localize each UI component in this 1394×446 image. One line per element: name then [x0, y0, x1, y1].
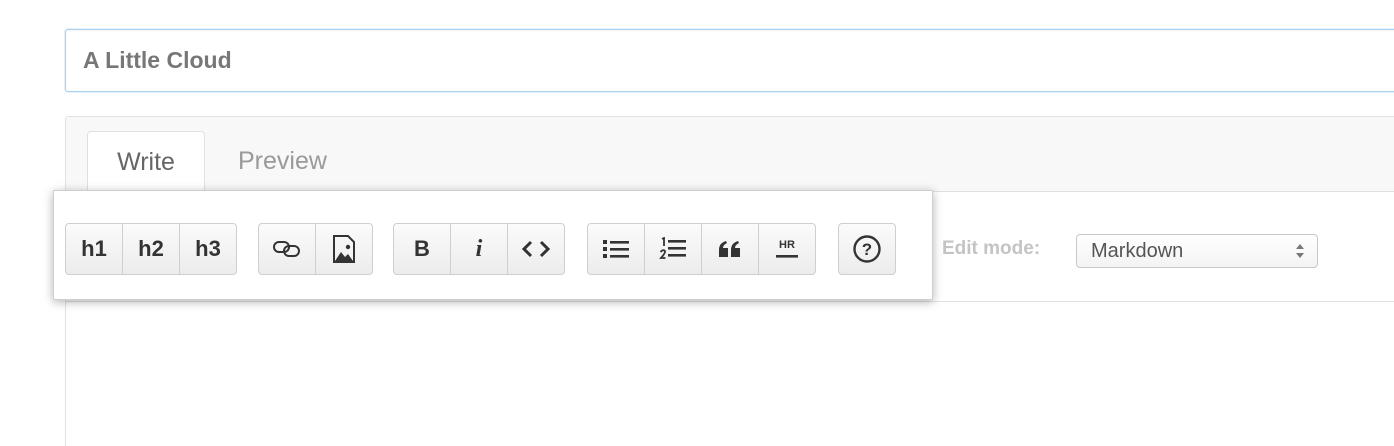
- help-icon: ?: [853, 235, 881, 263]
- insert-button-group: [258, 223, 373, 275]
- block-button-group: HR: [587, 223, 816, 275]
- bullet-list-button[interactable]: [587, 223, 645, 275]
- h2-button[interactable]: h2: [122, 223, 180, 275]
- select-arrows-icon: [1296, 244, 1304, 258]
- editor-tabs-bar: Write Preview: [66, 117, 1394, 192]
- post-editor: Write Preview Edit mode: Markdown h1 h2 …: [0, 0, 1394, 446]
- quote-icon: [719, 241, 740, 257]
- numbered-list-button[interactable]: [644, 223, 702, 275]
- h1-button[interactable]: h1: [65, 223, 123, 275]
- help-button[interactable]: ?: [838, 223, 896, 275]
- help-button-group: ?: [838, 223, 896, 275]
- code-button[interactable]: [507, 223, 565, 275]
- edit-mode-select[interactable]: Markdown: [1076, 234, 1318, 268]
- edit-mode-selected-value: Markdown: [1091, 240, 1184, 262]
- bullet-list-icon: [603, 240, 629, 258]
- numbered-list-icon: [659, 237, 686, 259]
- quote-button[interactable]: [701, 223, 759, 275]
- horizontal-rule-button[interactable]: HR: [758, 223, 816, 275]
- tab-write[interactable]: Write: [87, 131, 205, 192]
- heading-button-group: h1 h2 h3: [65, 223, 237, 275]
- link-button[interactable]: [258, 223, 316, 275]
- code-icon: [521, 240, 551, 258]
- link-icon: [273, 241, 300, 257]
- format-button-group: B i: [393, 223, 565, 275]
- post-title-input[interactable]: [65, 29, 1394, 92]
- bold-button[interactable]: B: [393, 223, 451, 275]
- svg-text:?: ?: [862, 240, 872, 259]
- horizontal-rule-icon: HR: [776, 239, 798, 258]
- h3-button[interactable]: h3: [179, 223, 237, 275]
- formatting-toolbar: h1 h2 h3 B i HR ?: [53, 190, 933, 300]
- image-icon: [333, 235, 355, 263]
- edit-mode-label: Edit mode:: [942, 238, 1041, 259]
- image-button[interactable]: [315, 223, 373, 275]
- tab-preview[interactable]: Preview: [238, 131, 358, 192]
- italic-button[interactable]: i: [450, 223, 508, 275]
- svg-text:HR: HR: [779, 239, 795, 251]
